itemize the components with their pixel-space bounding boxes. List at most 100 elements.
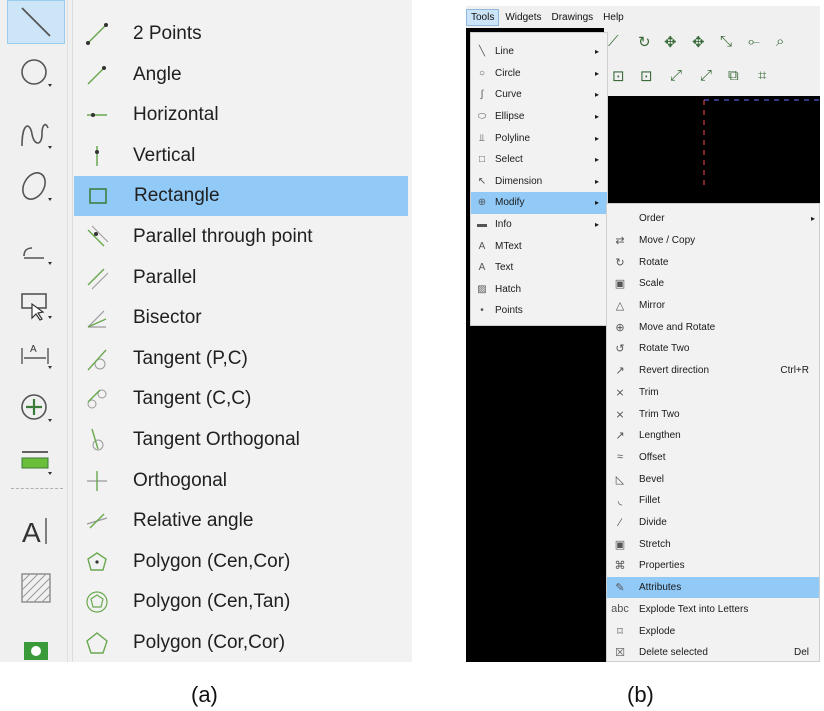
- modify-menu-item-offset[interactable]: ≈ Offset: [607, 447, 819, 469]
- tools-menu-item-mtext[interactable]: A MText: [471, 235, 607, 257]
- modify-menu-item-stretch[interactable]: ▣ Stretch: [607, 534, 819, 556]
- tools-menu-item-polyline[interactable]: ⫫ Polyline ▸: [471, 127, 607, 149]
- two-points-line-icon: [75, 14, 119, 54]
- tools-menu-item-dimension[interactable]: ↖ Dimension ▸: [471, 171, 607, 193]
- tools-menu-item-hatch[interactable]: ▨ Hatch: [471, 279, 607, 301]
- tools-menu-item-select[interactable]: □ Select ▸: [471, 149, 607, 171]
- modify-menu-label: Scale: [639, 278, 665, 290]
- circle-icon: ○: [478, 67, 486, 79]
- modify-submenu: Order ▸ ⇄ Move / Copy ↻ Rotate ▣ Scale △ Mirror ⊕ M…: [606, 203, 820, 662]
- modify-menu-item-mirror[interactable]: △ Mirror: [607, 295, 819, 317]
- drawing-canvas[interactable]: [604, 96, 820, 200]
- menubar-widgets[interactable]: Widgets: [501, 10, 545, 25]
- menu-item-label: Tangent (C,C): [133, 388, 252, 410]
- modify-menu-item-trim-two[interactable]: ⨯ Trim Two: [607, 403, 819, 425]
- polyline-tool-icon[interactable]: [7, 232, 65, 276]
- modify-menu-item-trim[interactable]: ⨯ Trim: [607, 382, 819, 404]
- toolbar-tool-icon[interactable]: ⊡: [640, 67, 653, 85]
- modify-menu-label: Properties: [639, 560, 685, 572]
- menu-item-label: Rectangle: [134, 185, 220, 207]
- modify-menu-item-move-copy[interactable]: ⇄ Move / Copy: [607, 230, 819, 252]
- toolbar-tool-icon[interactable]: ⟜: [748, 33, 760, 50]
- tools-menu-item-curve[interactable]: ∫ Curve ▸: [471, 84, 607, 106]
- modify-menu-label: Explode Text into Letters: [639, 603, 749, 615]
- tools-menu-label: Modify: [495, 197, 525, 209]
- menu-item-polygon-cen-cor[interactable]: Polygon (Cen,Cor): [73, 542, 409, 582]
- modify-tool-icon[interactable]: [7, 385, 65, 429]
- menu-item-polygon-cor-cor[interactable]: Polygon (Cor,Cor): [73, 623, 409, 663]
- menu-item-orthogonal[interactable]: Orthogonal: [73, 461, 409, 501]
- menubar-help[interactable]: Help: [599, 10, 628, 25]
- menu-item-tangent-p-c[interactable]: Tangent (P,C): [73, 339, 409, 379]
- dimension-tool-icon[interactable]: A: [7, 332, 65, 376]
- menu-item-angle[interactable]: Angle: [73, 55, 409, 95]
- menu-item-relative-angle[interactable]: Relative angle: [73, 501, 409, 541]
- tools-menu-item-modify[interactable]: ⊕ Modify ▸: [471, 192, 607, 214]
- modify-menu-item-order[interactable]: Order ▸: [607, 208, 819, 230]
- toolbar-row-2: ⊡ ⊡ ⤢ ⤢ ⧉ ⌗: [604, 58, 820, 96]
- trim-two-icon: ⨯: [615, 408, 625, 421]
- menubar-drawings[interactable]: Drawings: [547, 10, 597, 25]
- tools-menu-item-points[interactable]: • Points: [471, 300, 607, 322]
- select-icon: □: [478, 154, 486, 166]
- menu-item-parallel[interactable]: Parallel: [73, 258, 409, 298]
- toolbar-tool-icon[interactable]: ✥: [692, 33, 705, 51]
- menubar-tools[interactable]: Tools: [466, 8, 500, 26]
- hatch-tool-icon[interactable]: [7, 566, 65, 610]
- toolbar-tool-icon[interactable]: ⟋: [608, 33, 619, 50]
- circle-tool-icon[interactable]: [7, 50, 65, 94]
- select-tool-icon[interactable]: [7, 284, 65, 328]
- modify-menu-item-attributes[interactable]: ✎ Attributes: [607, 576, 819, 599]
- text-tool-icon[interactable]: A: [7, 508, 65, 552]
- polyline-icon: ⫫: [479, 132, 485, 144]
- angle-line-icon: [75, 55, 119, 95]
- toolbar-tool-icon[interactable]: ⤡: [720, 33, 732, 50]
- line-tool-icon[interactable]: [7, 0, 65, 44]
- modify-menu-item-properties[interactable]: ⌘ Properties: [607, 555, 819, 577]
- modify-menu-item-bevel[interactable]: ◺ Bevel: [607, 468, 819, 490]
- menu-item-tangent-orthogonal[interactable]: Tangent Orthogonal: [73, 420, 409, 460]
- menu-item-vertical[interactable]: Vertical: [73, 136, 409, 176]
- submenu-arrow-icon: ▸: [594, 47, 599, 57]
- modify-menu-item-explode[interactable]: ⌑ Explode: [607, 620, 819, 642]
- menu-item-horizontal[interactable]: Horizontal: [73, 95, 409, 135]
- modify-menu-item-scale[interactable]: ▣ Scale: [607, 273, 819, 295]
- menu-item-parallel-through-point[interactable]: Parallel through point: [73, 217, 409, 257]
- modify-menu-item-move-and-rotate[interactable]: ⊕ Move and Rotate: [607, 317, 819, 339]
- toolbar-tool-icon[interactable]: ⌕: [776, 33, 784, 50]
- tools-menu-item-text[interactable]: A Text: [471, 257, 607, 279]
- tools-menu-item-info[interactable]: ▬ Info ▸: [471, 214, 607, 236]
- camera-icon[interactable]: [7, 620, 65, 664]
- menu-item-2-points[interactable]: 2 Points: [73, 14, 409, 54]
- menu-item-polygon-cen-tan[interactable]: Polygon (Cen,Tan): [73, 582, 409, 622]
- modify-menu-item-rotate-two[interactable]: ↺ Rotate Two: [607, 338, 819, 360]
- menu-item-bisector[interactable]: Bisector: [73, 298, 409, 338]
- toolbar-tool-icon[interactable]: ✥: [664, 33, 677, 51]
- info-tool-icon[interactable]: [7, 438, 65, 482]
- toolbar-tool-icon[interactable]: ⌗: [758, 67, 766, 84]
- menu-item-rectangle[interactable]: Rectangle: [74, 176, 408, 217]
- menu-item-tangent-c-c[interactable]: Tangent (C,C): [73, 379, 409, 419]
- toolbar-tool-icon[interactable]: ⧉: [728, 67, 739, 84]
- toolbar-tool-icon[interactable]: ↻: [638, 33, 651, 51]
- parallel-icon: [75, 258, 119, 298]
- toolbar-tool-icon[interactable]: ⊡: [612, 67, 625, 85]
- explode-icon: ⌑: [617, 625, 623, 638]
- modify-menu-item-delete-selected[interactable]: ☒ Delete selected Del: [607, 642, 819, 662]
- modify-menu-item-fillet[interactable]: ◟ Fillet: [607, 490, 819, 512]
- modify-menu-item-lengthen[interactable]: ↗ Lengthen: [607, 425, 819, 447]
- menu-item-label: 2 Points: [133, 23, 202, 44]
- tools-menu-item-ellipse[interactable]: ⬭ Ellipse ▸: [471, 106, 607, 128]
- bevel-icon: ◺: [615, 473, 625, 486]
- tools-menu-item-circle[interactable]: ○ Circle ▸: [471, 63, 607, 85]
- tools-menu-item-line[interactable]: ╲ Line ▸: [471, 41, 607, 63]
- curve-tool-icon[interactable]: [7, 112, 65, 156]
- toolbar-tool-icon[interactable]: ⤢: [670, 67, 682, 84]
- modify-menu-item-divide[interactable]: ∕ Divide: [607, 512, 819, 534]
- ellipse-tool-icon[interactable]: [7, 164, 65, 208]
- modify-menu-item-revert-direction[interactable]: ↗ Revert direction Ctrl+R: [607, 360, 819, 382]
- toolbar-tool-icon[interactable]: ⤢: [700, 67, 712, 84]
- modify-menu-item-explode-text-into-letters[interactable]: abc Explode Text into Letters: [607, 599, 819, 621]
- modify-menu-label: Move and Rotate: [639, 321, 716, 333]
- modify-menu-item-rotate[interactable]: ↻ Rotate: [607, 251, 819, 273]
